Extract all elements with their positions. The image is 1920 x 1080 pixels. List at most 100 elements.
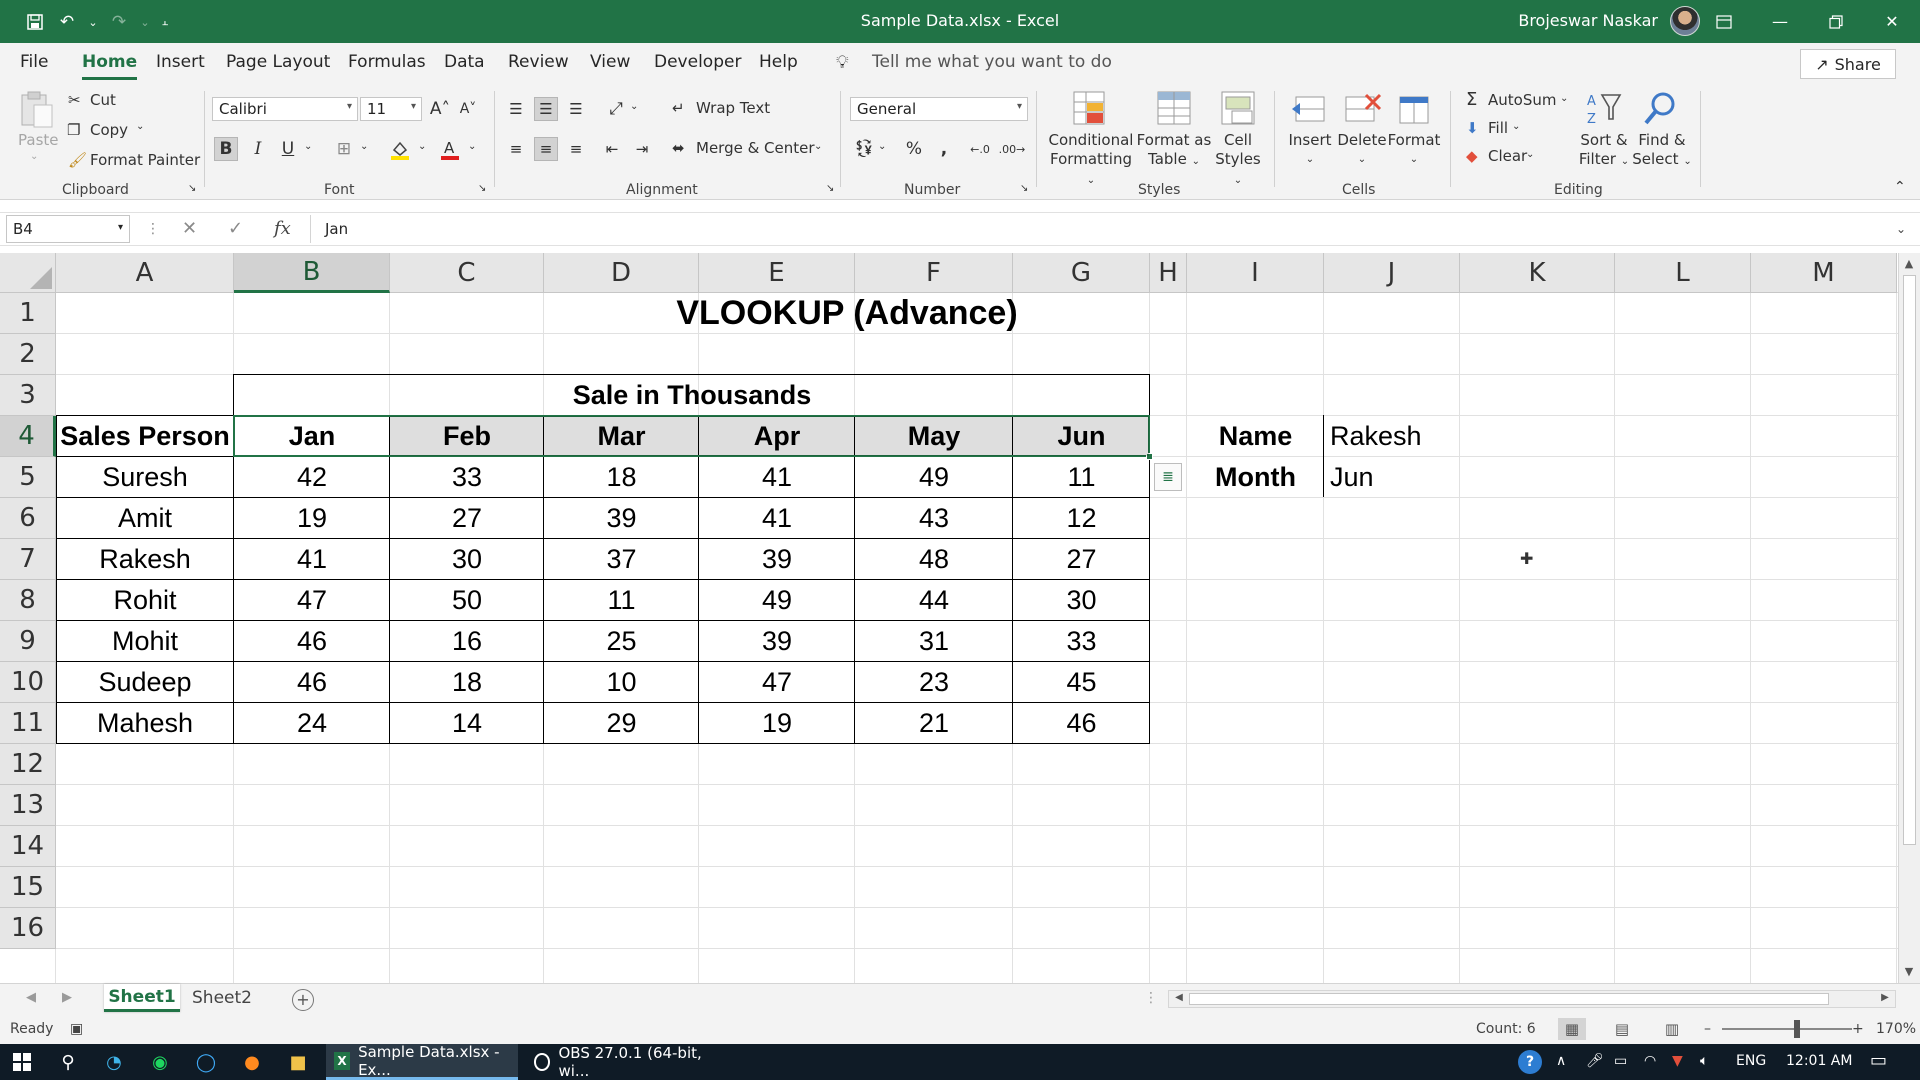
align-center-icon[interactable]: ≡ xyxy=(534,137,558,161)
increase-decimal-icon[interactable]: ←.0 xyxy=(968,137,992,161)
sale-value-cell[interactable]: 50 xyxy=(390,580,544,621)
normal-view-icon[interactable]: ▦ xyxy=(1558,1018,1586,1040)
column-header-g[interactable]: G xyxy=(1013,253,1150,293)
sale-value-cell[interactable]: 44 xyxy=(855,580,1013,621)
tab-developer[interactable]: Developer xyxy=(654,52,741,72)
row-header-10[interactable]: 10 xyxy=(0,662,56,703)
taskbar-app-excel[interactable]: X Sample Data.xlsx - Ex... xyxy=(326,1043,518,1080)
merge-center-button[interactable]: Merge & Center xyxy=(696,139,815,157)
sale-value-cell[interactable]: 45 xyxy=(1013,662,1150,703)
column-header-f[interactable]: F xyxy=(855,253,1013,293)
font-size-select[interactable]: 11 ▾ xyxy=(360,97,422,121)
row-header-6[interactable]: 6 xyxy=(0,498,56,539)
number-format-select[interactable]: General ▾ xyxy=(850,97,1028,121)
copy-button[interactable]: Copy xyxy=(90,121,128,139)
zoom-slider-thumb[interactable] xyxy=(1794,1020,1800,1038)
row-header-7[interactable]: 7 xyxy=(0,539,56,580)
zoom-in-icon[interactable]: + xyxy=(1852,1021,1864,1037)
sort-filter-button[interactable]: Sort & Filter ⌄ xyxy=(1574,131,1634,171)
clock[interactable]: 12:01 AM xyxy=(1786,1053,1852,1069)
fill-color-dropdown-icon[interactable]: ⌄ xyxy=(418,141,426,152)
column-header-d[interactable]: D xyxy=(544,253,699,293)
sale-value-cell[interactable]: 33 xyxy=(1013,621,1150,662)
sale-value-cell[interactable]: 43 xyxy=(855,498,1013,539)
row-header-2[interactable]: 2 xyxy=(0,334,56,375)
bold-button[interactable]: B xyxy=(214,137,238,161)
column-header-l[interactable]: L xyxy=(1615,253,1751,293)
sale-value-cell[interactable]: 46 xyxy=(1013,703,1150,744)
alignment-launcher-icon[interactable]: ↘ xyxy=(826,183,834,194)
sale-value-cell[interactable]: 49 xyxy=(855,457,1013,498)
cortana-icon[interactable]: ◯ xyxy=(188,1048,224,1076)
borders-dropdown-icon[interactable]: ⌄ xyxy=(360,141,368,152)
tab-home[interactable]: Home xyxy=(82,52,138,80)
sort-filter-icon[interactable]: AZ xyxy=(1584,89,1624,129)
accounting-format-icon[interactable]: 💱︎ xyxy=(852,137,876,161)
row-header-14[interactable]: 14 xyxy=(0,826,56,867)
name-box[interactable]: B4 ▾ xyxy=(6,215,130,243)
align-right-icon[interactable]: ≡ xyxy=(564,137,588,161)
wifi-icon[interactable]: ◠ xyxy=(1644,1053,1656,1069)
lookup-name-label[interactable]: Name xyxy=(1187,416,1324,457)
paste-button[interactable]: Paste xyxy=(18,131,59,149)
merge-dropdown-icon[interactable]: ⌄ xyxy=(814,141,822,152)
zoom-slider[interactable] xyxy=(1722,1028,1852,1030)
sales-person-cell[interactable]: Amit xyxy=(56,498,234,539)
insert-cells-icon[interactable] xyxy=(1290,89,1330,129)
sale-value-cell[interactable]: 31 xyxy=(855,621,1013,662)
clipboard-launcher-icon[interactable]: ↘ xyxy=(188,183,196,194)
comma-style-icon[interactable]: , xyxy=(932,137,956,161)
find-select-icon[interactable] xyxy=(1640,89,1680,129)
lookup-month-label[interactable]: Month xyxy=(1187,457,1324,498)
tab-page-layout[interactable]: Page Layout xyxy=(226,52,330,72)
row-header-3[interactable]: 3 xyxy=(0,375,56,416)
sale-value-cell[interactable]: 46 xyxy=(234,621,390,662)
fill-button[interactable]: Fill xyxy=(1488,119,1508,137)
sale-value-cell[interactable]: 11 xyxy=(544,580,699,621)
edge-icon[interactable]: ◔ xyxy=(96,1048,132,1076)
show-hidden-icons[interactable]: ∧ xyxy=(1556,1053,1566,1069)
scroll-left-icon[interactable]: ◀ xyxy=(1169,992,1189,1003)
decrease-indent-icon[interactable]: ⇤ xyxy=(600,137,624,161)
increase-font-icon[interactable]: A˄ xyxy=(428,97,452,121)
sale-value-cell[interactable]: 18 xyxy=(544,457,699,498)
file-explorer-icon[interactable]: ■ xyxy=(280,1048,316,1076)
increase-indent-icon[interactable]: ⇥ xyxy=(630,137,654,161)
italic-button[interactable]: I xyxy=(246,137,270,161)
column-header-j[interactable]: J xyxy=(1324,253,1460,293)
user-name[interactable]: Brojeswar Naskar xyxy=(1518,11,1658,30)
sale-value-cell[interactable]: 14 xyxy=(390,703,544,744)
sale-value-cell[interactable]: 47 xyxy=(234,580,390,621)
align-left-icon[interactable]: ≡ xyxy=(504,137,528,161)
scroll-right-icon[interactable]: ▶ xyxy=(1875,992,1895,1003)
number-launcher-icon[interactable]: ↘ xyxy=(1020,183,1028,194)
lookup-name-value[interactable]: Rakesh xyxy=(1324,416,1460,457)
sheet-tab-sheet1[interactable]: Sheet1 xyxy=(104,984,180,1012)
decrease-font-icon[interactable]: A˅ xyxy=(456,97,480,121)
sales-person-cell[interactable]: Mohit xyxy=(56,621,234,662)
zoom-level[interactable]: 170% xyxy=(1876,1021,1916,1037)
sale-value-cell[interactable]: 41 xyxy=(234,539,390,580)
autosum-dropdown-icon[interactable]: ⌄ xyxy=(1560,93,1568,104)
font-name-select[interactable]: Calibri ▾ xyxy=(212,97,358,121)
confirm-entry-icon[interactable]: ✓ xyxy=(228,218,243,239)
orientation-dropdown-icon[interactable]: ⌄ xyxy=(630,101,638,112)
split-handle-icon[interactable]: ⋮ xyxy=(1144,990,1158,1006)
cell-styles-button[interactable]: Cell Styles ⌄ xyxy=(1210,131,1266,190)
macro-record-icon[interactable]: ▣ xyxy=(70,1021,83,1037)
minimize-icon[interactable]: — xyxy=(1752,0,1808,43)
row-header-15[interactable]: 15 xyxy=(0,867,56,908)
find-select-button[interactable]: Find & Select ⌄ xyxy=(1632,131,1692,171)
sale-value-cell[interactable]: 24 xyxy=(234,703,390,744)
sale-value-cell[interactable]: 11 xyxy=(1013,457,1150,498)
sale-value-cell[interactable]: 30 xyxy=(1013,580,1150,621)
prev-sheet-icon[interactable]: ◀ xyxy=(26,990,36,1005)
sale-value-cell[interactable]: 10 xyxy=(544,662,699,703)
sale-value-cell[interactable]: 25 xyxy=(544,621,699,662)
orientation-icon[interactable]: ⤢ xyxy=(604,97,628,121)
sale-value-cell[interactable]: 29 xyxy=(544,703,699,744)
sales-person-cell[interactable]: Mahesh xyxy=(56,703,234,744)
sale-value-cell[interactable]: 37 xyxy=(544,539,699,580)
spotify-icon[interactable]: ◉ xyxy=(142,1048,178,1076)
sale-value-cell[interactable]: 39 xyxy=(699,539,855,580)
